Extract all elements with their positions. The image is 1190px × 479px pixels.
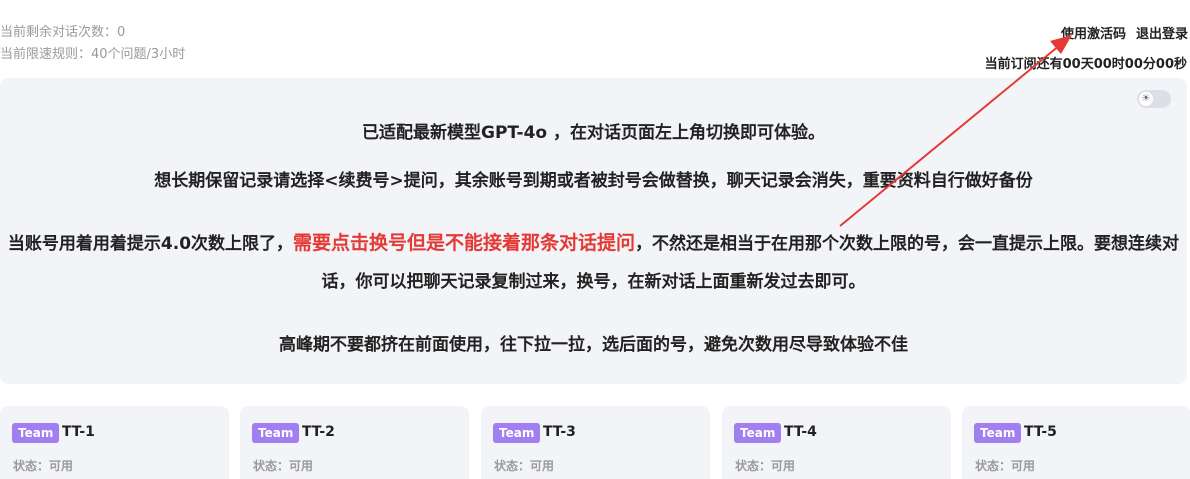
team-badge: Team (12, 423, 60, 443)
account-status: 状态：可用 (253, 459, 314, 473)
use-activation-code-button[interactable]: 使用激活码 (1061, 27, 1126, 42)
sun-icon: ☀ (1139, 92, 1153, 106)
notice-limit-prefix: 当账号用着用着提示4.0次数上限了， (7, 234, 294, 254)
rate-limit-text: 当前限速规则：40个问题/3小时 (0, 47, 186, 62)
remaining-count-text: 当前剩余对话次数：0 (0, 25, 126, 40)
account-status: 状态：可用 (13, 459, 74, 473)
theme-toggle[interactable]: ☀ (1137, 90, 1171, 108)
account-card[interactable]: Team TT-3 状态：可用 (481, 406, 710, 479)
logout-button[interactable]: 退出登录 (1136, 27, 1188, 42)
account-card[interactable]: Team TT-2 状态：可用 (240, 406, 469, 479)
notice-line-limit: 当账号用着用着提示4.0次数上限了，需要点击换号但是不能接着那条对话提问，不然还… (0, 224, 1187, 301)
account-name: TT-3 (543, 424, 576, 440)
account-card[interactable]: Team TT-5 状态：可用 (962, 406, 1190, 479)
subscription-remaining-text: 当前订阅还有00天00时00分00秒 (984, 57, 1187, 72)
team-badge: Team (252, 423, 300, 443)
usage-info: 当前剩余对话次数：0 当前限速规则：40个问题/3小时 (0, 22, 185, 66)
notice-limit-highlight: 需要点击换号但是不能接着那条对话提问 (293, 232, 636, 254)
header-actions: 使用激活码 退出登录 (1061, 23, 1188, 42)
account-name: TT-2 (302, 424, 335, 440)
account-status: 状态：可用 (494, 459, 555, 473)
account-status: 状态：可用 (975, 459, 1036, 473)
account-name: TT-5 (1024, 424, 1057, 440)
team-badge: Team (974, 423, 1022, 443)
team-badge: Team (493, 423, 541, 443)
account-status: 状态：可用 (735, 459, 796, 473)
notice-line-backup: 想长期保留记录请选择<续费号>提问，其余账号到期或者被封号会做替换，聊天记录会消… (154, 171, 1033, 191)
account-name: TT-4 (784, 424, 817, 440)
account-selection-page: 当前剩余对话次数：0 当前限速规则：40个问题/3小时 使用激活码 退出登录 当前… (0, 0, 1190, 479)
account-name: TT-1 (62, 424, 95, 440)
account-card[interactable]: Team TT-1 状态：可用 (0, 406, 229, 479)
account-card[interactable]: Team TT-4 状态：可用 (722, 406, 951, 479)
account-card-list: Team TT-1 状态：可用 Team TT-2 状态：可用 Team TT-… (0, 406, 1190, 479)
notice-panel: ☀ 已适配最新模型GPT-4o ，在对话页面左上角切换即可体验。 想长期保留记录… (0, 78, 1187, 384)
notice-line-peak: 高峰期不要都挤在前面使用，往下拉一拉，选后面的号，避免次数用尽导致体验不佳 (279, 335, 908, 355)
notice-line-model: 已适配最新模型GPT-4o ，在对话页面左上角切换即可体验。 (362, 123, 825, 143)
team-badge: Team (734, 423, 782, 443)
